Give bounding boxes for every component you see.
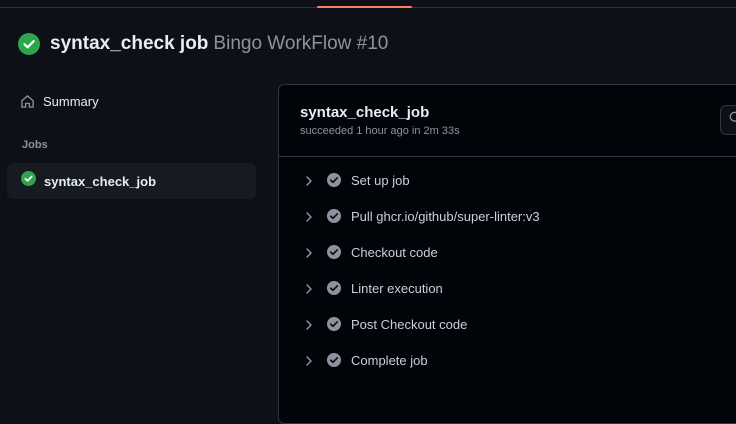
step-row[interactable]: Linter execution: [279, 270, 736, 306]
chevron-right-icon[interactable]: [303, 318, 315, 330]
jobs-heading: Jobs: [22, 139, 48, 151]
search-logs-button[interactable]: [720, 105, 736, 135]
step-row[interactable]: Set up job: [279, 162, 736, 198]
chevron-right-icon[interactable]: [303, 354, 315, 366]
job-meta: succeeded 1 hour ago in 2m 33s: [300, 125, 460, 137]
step-row[interactable]: Post Checkout code: [279, 306, 736, 342]
chevron-right-icon[interactable]: [303, 282, 315, 294]
step-label: Set up job: [351, 173, 410, 188]
panel-header: syntax_check_job succeeded 1 hour ago in…: [279, 85, 736, 157]
sidebar-item-label: Summary: [43, 93, 99, 109]
step-label: Post Checkout code: [351, 317, 468, 332]
sidebar-item-summary[interactable]: Summary: [20, 90, 99, 112]
check-circle-icon: [326, 172, 342, 188]
chevron-right-icon[interactable]: [303, 210, 315, 222]
home-icon: [20, 94, 35, 109]
chevron-right-icon[interactable]: [303, 246, 315, 258]
workflow-run-name[interactable]: Bingo WorkFlow #10: [213, 33, 388, 55]
check-circle-icon: [326, 208, 342, 224]
step-row[interactable]: Pull ghcr.io/github/super-linter:v3: [279, 198, 736, 234]
step-label: Linter execution: [351, 281, 443, 296]
page-title: syntax_check job: [50, 33, 209, 54]
sidebar-job-syntax-check[interactable]: syntax_check_job: [7, 163, 256, 199]
step-row[interactable]: Checkout code: [279, 234, 736, 270]
job-title: syntax_check_job: [300, 104, 430, 121]
search-icon: [729, 111, 736, 130]
success-status-icon: [18, 33, 40, 55]
sidebar-job-label: syntax_check_job: [44, 173, 157, 189]
check-circle-icon: [326, 316, 342, 332]
step-label: Pull ghcr.io/github/super-linter:v3: [351, 209, 540, 224]
chevron-right-icon[interactable]: [303, 174, 315, 186]
check-circle-icon: [326, 244, 342, 260]
page-header: syntax_check job Bingo WorkFlow #10: [18, 33, 388, 55]
job-log-panel: syntax_check_job succeeded 1 hour ago in…: [278, 84, 736, 424]
active-tab-indicator: [317, 6, 412, 8]
step-label: Checkout code: [351, 245, 438, 260]
check-circle-icon: [326, 280, 342, 296]
step-row[interactable]: Complete job: [279, 342, 736, 378]
check-circle-icon: [326, 352, 342, 368]
job-steps-list: Set up job Pull ghcr.io/github/super-lin…: [279, 162, 736, 378]
step-label: Complete job: [351, 353, 428, 368]
success-status-icon: [21, 171, 36, 191]
